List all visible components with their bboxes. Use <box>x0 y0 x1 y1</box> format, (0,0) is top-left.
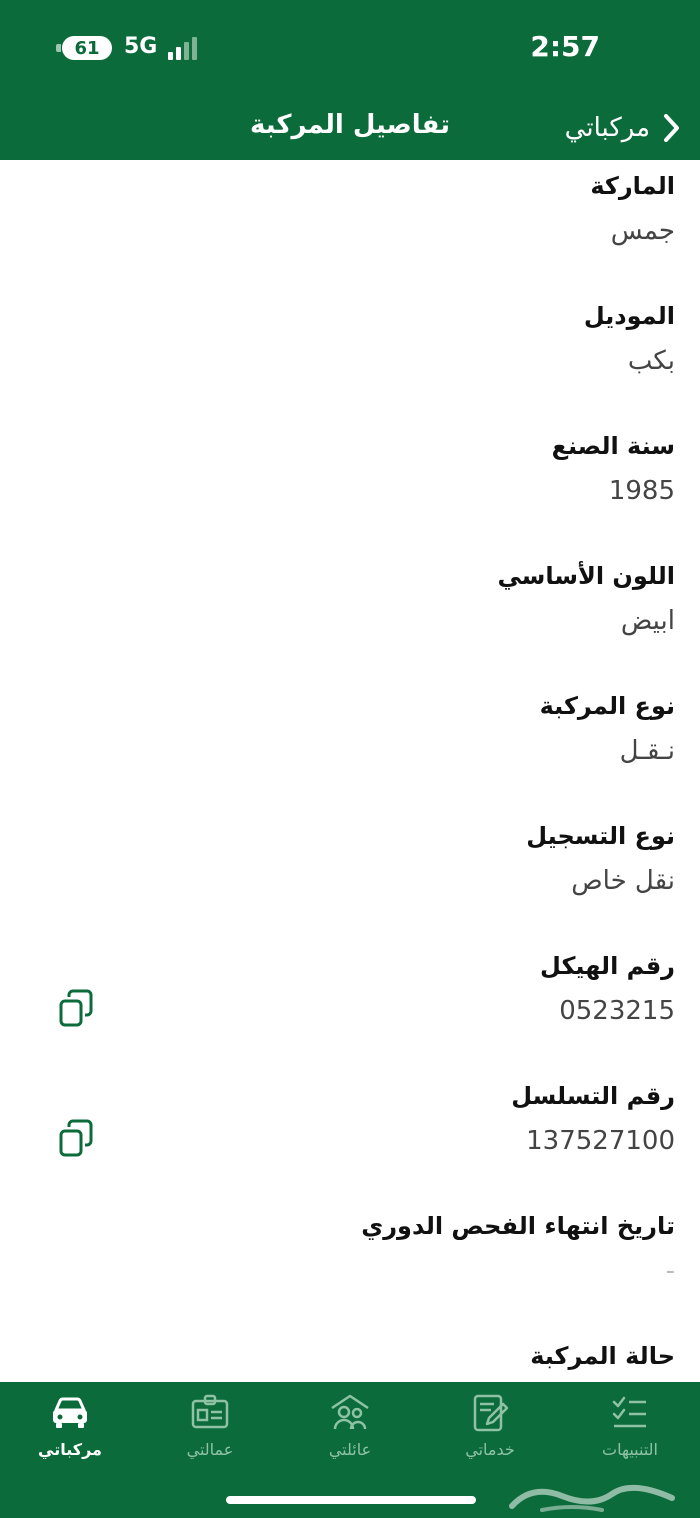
back-button-label: مركباتي <box>564 113 650 143</box>
tab-label: عمالتي <box>186 1440 234 1459</box>
detail-label: تاريخ انتهاء الفحص الدوري <box>361 1212 675 1240</box>
detail-value: - <box>665 1256 675 1286</box>
tab-my-workers[interactable]: عمالتي <box>140 1392 280 1472</box>
status-bar: 61 5G 2:57 <box>0 0 700 100</box>
battery-indicator: 61 <box>56 36 112 60</box>
tab-my-family[interactable]: عائلتي <box>280 1392 420 1472</box>
detail-label: رقم التسلسل <box>511 1082 675 1110</box>
id-card-icon <box>191 1394 229 1429</box>
copy-serial-button[interactable] <box>58 1118 94 1158</box>
network-type: 5G <box>124 34 158 59</box>
car-icon <box>53 1397 87 1428</box>
tab-label: عائلتي <box>328 1440 372 1459</box>
detail-label: اللون الأساسي <box>497 562 675 590</box>
home-indicator[interactable] <box>226 1496 476 1504</box>
detail-label: نوع التسجيل <box>526 822 675 850</box>
detail-value: ابيض <box>620 606 675 636</box>
detail-row-vehicle-status: حالة المركبة <box>0 1330 700 1382</box>
detail-label: رقم الهيكل <box>540 952 675 980</box>
tab-label: مركباتي <box>38 1440 102 1459</box>
detail-value: بكب <box>627 346 675 376</box>
vehicle-details-list[interactable]: الماركة جمس الموديل بكب سنة الصنع 1985 ا… <box>0 160 700 1382</box>
detail-value: 0523215 <box>559 996 675 1026</box>
tab-my-vehicles[interactable]: مركباتي <box>0 1392 140 1472</box>
navigation-bar: تفاصيل المركبة مركباتي <box>0 100 700 160</box>
detail-label: حالة المركبة <box>530 1342 675 1370</box>
detail-row-chassis-number: رقم الهيكل 0523215 <box>0 940 700 1070</box>
detail-value: جمس <box>610 216 675 246</box>
detail-value: 1985 <box>608 476 675 506</box>
detail-row-make: الماركة جمس <box>0 160 700 290</box>
detail-label: سنة الصنع <box>551 432 675 460</box>
copy-chassis-button[interactable] <box>58 988 94 1028</box>
detail-row-serial-number: رقم التسلسل 137527100 <box>0 1070 700 1200</box>
detail-value: نـقـل <box>619 736 675 766</box>
detail-row-model: الموديل بكب <box>0 290 700 420</box>
watermark-logo <box>509 1484 675 1512</box>
family-icon <box>331 1394 369 1430</box>
tab-notifications[interactable]: التنبيهات <box>560 1392 700 1472</box>
signal-strength-icon <box>168 36 197 60</box>
detail-row-color: اللون الأساسي ابيض <box>0 550 700 680</box>
detail-label: الموديل <box>583 302 675 330</box>
detail-row-vehicle-type: نوع المركبة نـقـل <box>0 680 700 810</box>
detail-label: الماركة <box>590 172 675 200</box>
detail-value: 137527100 <box>526 1126 675 1156</box>
detail-label: نوع المركبة <box>539 692 675 720</box>
chevron-back-icon <box>664 114 679 142</box>
detail-row-inspection-expiry: تاريخ انتهاء الفحص الدوري - <box>0 1200 700 1330</box>
tab-label: التنبيهات <box>602 1440 658 1459</box>
checklist-icon <box>612 1396 646 1428</box>
back-button[interactable]: مركباتي <box>565 106 682 150</box>
tab-my-services[interactable]: خدماتي <box>420 1392 560 1472</box>
battery-level: 61 <box>74 37 100 59</box>
detail-row-year: سنة الصنع 1985 <box>0 420 700 550</box>
services-icon <box>473 1394 509 1432</box>
detail-row-registration-type: نوع التسجيل نقل خاص <box>0 810 700 940</box>
detail-value: نقل خاص <box>571 866 675 896</box>
tab-label: خدماتي <box>465 1440 515 1459</box>
status-time: 2:57 <box>530 30 600 63</box>
